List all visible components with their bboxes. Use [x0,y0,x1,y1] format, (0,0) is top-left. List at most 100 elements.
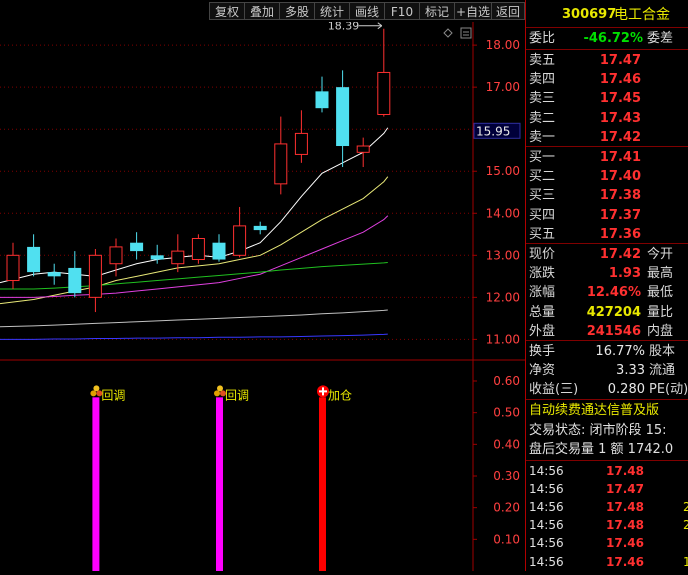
stat-row: 涨幅 12.46% 最低 [526,283,688,302]
buy-level-label: 买三 [529,188,556,204]
tick-price: 17.48 [606,464,644,478]
weibi-value: -46.72% [583,31,643,46]
price-tick-label: 12.00 [486,290,520,304]
candle-body [377,71,391,115]
stock-name: 电工合金 [614,7,670,23]
candle-body [233,225,247,256]
draw-line-button[interactable]: 画线 [349,2,385,20]
stat-row: 现价 17.42 今开 [526,245,688,264]
statistics-button[interactable]: 统计 [314,2,350,20]
stat-value: 427204 [586,304,641,320]
stat-label: 现价 [529,247,556,262]
weicha-label: 委差 [647,31,674,46]
f10-button[interactable]: F10 [384,2,420,20]
candle-body [171,250,185,265]
multi-stock-button[interactable]: 多股 [279,2,315,20]
tick-price: 17.47 [606,482,644,497]
price-tick-label: 18.00 [486,38,520,52]
tick-price: 17.46 [606,536,644,551]
sell-level-label: 卖四 [529,72,556,88]
buy-level-price: 17.38 [599,188,641,204]
sell-level-row: 卖二 17.43 [526,109,688,128]
auto-renew-text: 自动续费通达信普及版 [529,403,660,418]
buy-level-label: 买五 [529,226,556,242]
indicator-tick-label: 0.10 [493,532,520,546]
candle-body [253,225,267,231]
tick-time: 14:56 [529,536,564,551]
buy-level-row: 买二 17.40 [526,167,688,186]
tick-row: 14:56 17.47 [526,480,688,498]
sell-level-label: 卖一 [529,129,556,145]
stat-row: 外盘 241546 内盘 [526,322,688,341]
buy-level-price: 17.41 [599,150,641,165]
sell-level-price: 17.42 [599,129,641,145]
tick-time: 14:56 [529,500,564,515]
back-button[interactable]: 返回 [491,2,525,20]
overlay-button[interactable]: 叠加 [244,2,280,20]
high-marker-label: 18.39 [328,22,360,33]
fuquan-button[interactable]: 复权 [209,2,245,20]
stat-label: 净资 [529,363,556,379]
candle-body [130,242,144,252]
signal-bar [319,397,326,571]
stat-label-2: 量比 [647,304,674,320]
stat-value: 17.42 [599,247,641,262]
price-tick-label: 15.00 [486,164,520,178]
trade-status-text: 交易状态: 闭市阶段 15: [529,423,667,438]
weibi-label: 委比 [529,31,556,46]
ma-line [0,333,388,340]
quote-panel: 300697 电工合金 委比 -46.72% 委差 卖五 17.47 卖四 17.46… [525,0,688,571]
sell-level-row: 卖三 17.45 [526,89,688,108]
sell-level-row: 卖五 17.47 [526,51,688,70]
candle-body [150,255,164,260]
tick-row: 14:56 17.46 [526,534,688,552]
auto-renew-banner[interactable]: 自动续费通达信普及版 [526,401,688,420]
stat-label-2: 内盘 [647,323,674,339]
stat-value: 1.93 [608,266,641,282]
stat-label-2: 最低 [647,285,674,301]
stat-label: 收益(三) [529,382,579,398]
price-tick-label: 11.00 [486,332,520,346]
flower-icon [93,385,100,392]
tick-time: 14:56 [529,482,564,497]
menu-icon[interactable] [460,27,472,39]
tick-volume: 2 [683,498,688,516]
sell-level-price: 17.45 [599,91,641,107]
tick-row: 14:56 17.46 1 [526,553,688,571]
after-hours-text: 盘后交易量 1 额 1742.0 [529,442,674,457]
candle-body [27,246,41,273]
stat-label: 总量 [529,304,556,320]
sell-level-row: 卖一 17.42 [526,128,688,147]
add-favorite-button[interactable]: +自选 [454,2,492,20]
stat-label-2: 股本 [649,344,676,359]
tick-time: 14:56 [529,554,564,569]
indicator-tick-label: 0.40 [493,437,520,451]
buy-level-price: 17.37 [599,207,641,223]
buy-level-row: 买四 17.37 [526,206,688,225]
price-tick-label: 13.00 [486,248,520,262]
trade-status: 交易状态: 闭市阶段 15: [526,421,688,440]
stat-row: 收益(三) 0.280 PE(动) [526,380,688,399]
after-hours: 盘后交易量 1 额 1742.0 [526,440,688,459]
candle-body [336,87,350,147]
stat-label: 换手 [529,344,556,359]
buy-level-row: 买五 17.36 [526,225,688,244]
buy-level-label: 买四 [529,207,556,223]
stat-label-2: 流通 [649,363,676,379]
kline-chart[interactable]: 18.0017.0016.0015.0014.0013.0012.0011.00… [0,20,525,571]
tick-price: 17.46 [606,554,644,569]
tick-row: 14:56 17.48 2 [526,498,688,516]
chart-area[interactable]: 18.0017.0016.0015.0014.0013.0012.0011.00… [0,20,525,571]
buy-level-row: 买三 17.38 [526,186,688,205]
tick-time: 14:56 [529,518,564,533]
stat-label: 涨幅 [529,285,556,301]
tick-row: 14:56 17.48 [526,462,688,480]
sell-level-label: 卖五 [529,53,556,68]
stat-label-2: PE(动) [649,382,688,398]
signal-label: 回调 [225,388,249,402]
diamond-icon[interactable] [443,28,453,38]
price-tick-label: 17.00 [486,80,520,94]
stock-header: 300697 电工合金 [526,4,688,26]
mark-button[interactable]: 标记 [419,2,455,20]
stat-value: 3.33 [616,363,645,379]
